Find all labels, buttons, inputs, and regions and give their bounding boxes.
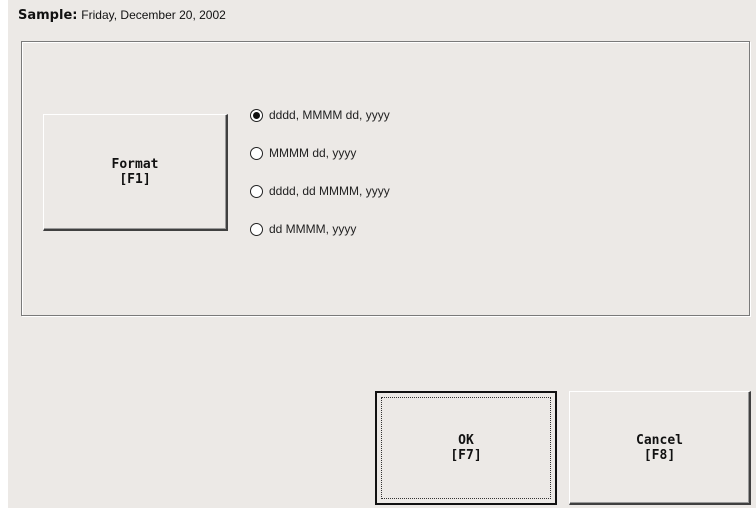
radio-option-long-date[interactable]: MMMM dd, yyyy — [250, 144, 390, 162]
format-button[interactable]: Format [F1] — [43, 114, 228, 231]
format-button-label: Format — [111, 157, 159, 172]
radio-option-label: dddd, dd MMMM, yyyy — [269, 184, 390, 198]
radio-option-weekday-day-month[interactable]: dddd, dd MMMM, yyyy — [250, 182, 390, 200]
radio-option-day-month[interactable]: dd MMMM, yyyy — [250, 220, 390, 238]
ok-button-label: OK — [458, 433, 474, 448]
ok-button[interactable]: OK [F7] — [375, 391, 557, 505]
cancel-button-label: Cancel — [636, 432, 683, 448]
sample-preview: Sample: Friday, December 20, 2002 — [18, 8, 226, 23]
ok-button-key: [F7] — [450, 448, 482, 463]
format-radio-group: dddd, MMMM dd, yyyy MMMM dd, yyyy dddd, … — [250, 106, 390, 258]
radio-option-long-date-weekday[interactable]: dddd, MMMM dd, yyyy — [250, 106, 390, 124]
cancel-button-key: [F8] — [643, 447, 676, 463]
radio-option-label: MMMM dd, yyyy — [269, 146, 357, 160]
cancel-button[interactable]: Cancel [F8] — [569, 391, 751, 505]
radio-button-icon[interactable] — [250, 108, 263, 122]
radio-button-icon[interactable] — [250, 222, 263, 236]
radio-button-icon[interactable] — [250, 184, 263, 198]
date-format-dialog: Sample: Friday, December 20, 2002 Format… — [8, 0, 756, 508]
radio-option-label: dd MMMM, yyyy — [269, 222, 357, 236]
radio-button-icon[interactable] — [250, 146, 263, 160]
sample-label: Sample: — [18, 8, 78, 23]
sample-value: Friday, December 20, 2002 — [81, 8, 226, 22]
format-button-key: [F1] — [119, 172, 151, 187]
radio-option-label: dddd, MMMM dd, yyyy — [269, 108, 390, 122]
